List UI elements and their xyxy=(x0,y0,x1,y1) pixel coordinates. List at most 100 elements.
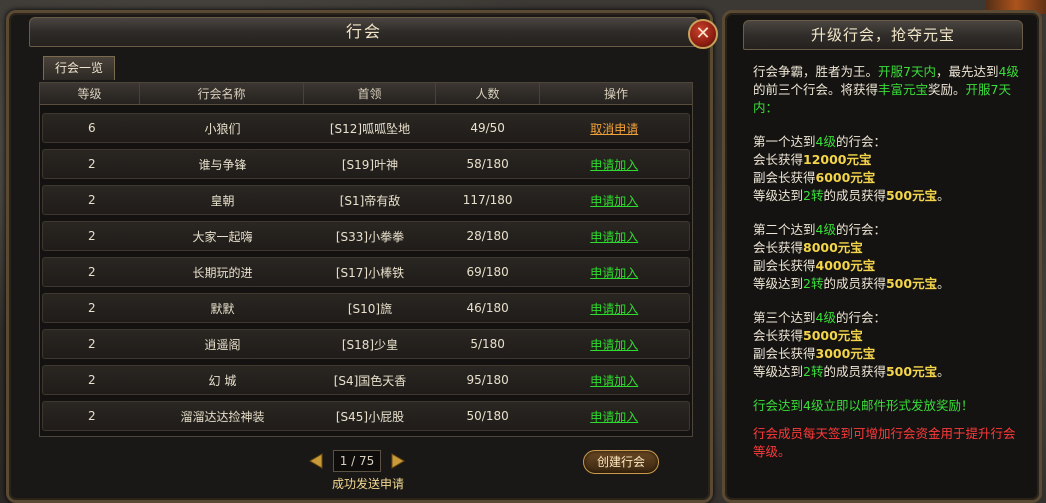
reward-tier: 第二个达到4级的行会： 会长获得8000元宝 副会长获得4000元宝等级达到2转的成… xyxy=(753,221,1027,293)
cancel-application-link[interactable]: 取消申请 xyxy=(590,122,638,136)
table-row[interactable]: 2 大家一起嗨 [S33]小拳拳 28/180 申请加入 xyxy=(42,221,690,251)
status-message: 成功发送申请 xyxy=(331,477,404,491)
table-row[interactable]: 2 逍遥阁 [S18]少皇 5/180 申请加入 xyxy=(42,329,690,359)
reward-info-panel: 升级行会，抢夺元宝 行会争霸，胜者为王。开服7天内，最先达到4级的前三个行会。将… xyxy=(722,10,1042,503)
cell-guild-name: 幻 城 xyxy=(208,373,237,388)
apply-join-link[interactable]: 申请加入 xyxy=(590,374,638,388)
cell-members: 28/180 xyxy=(466,229,509,243)
panel-title: 行会 xyxy=(29,17,699,47)
next-page-arrow-icon[interactable] xyxy=(389,452,407,470)
cell-guild-name: 小狼们 xyxy=(204,121,241,136)
cell-level: 2 xyxy=(88,193,96,207)
apply-join-link[interactable]: 申请加入 xyxy=(590,338,638,352)
cell-action: 申请加入 xyxy=(539,300,689,317)
cell-guild-name: 默默 xyxy=(210,301,235,316)
cell-guild-name: 长期玩的进 xyxy=(192,265,253,280)
cell-members: 50/180 xyxy=(466,409,509,423)
cell-leader: [S33]小拳拳 xyxy=(335,229,405,244)
cell-leader: [S4]国色天香 xyxy=(333,373,407,388)
table-row[interactable]: 2 长期玩的进 [S17]小棒铁 69/180 申请加入 xyxy=(42,257,690,287)
cell-level: 2 xyxy=(88,373,96,387)
cell-members: 49/50 xyxy=(470,121,505,135)
guild-table: 等级 行会名称 首领 人数 操作 6 小狼们 [S12]呱呱坠地 49/50 取消申请 2… xyxy=(39,82,693,437)
apply-join-link[interactable]: 申请加入 xyxy=(590,230,638,244)
cell-members: 117/180 xyxy=(462,193,513,207)
guild-panel: 行会 行会一览 等级 行会名称 首领 人数 操作 6 小狼们 [S12]呱呱坠地 49… xyxy=(6,10,713,503)
cell-leader: [S45]小屁股 xyxy=(335,409,405,424)
tab-guild-list[interactable]: 行会一览 xyxy=(43,56,115,80)
tier-member-reward: 等级达到2转的成员获得500元宝。 xyxy=(753,364,950,379)
cell-members: 69/180 xyxy=(466,265,509,279)
cell-guild-name: 逍遥阁 xyxy=(204,337,241,352)
table-row[interactable]: 2 谁与争锋 [S19]叶神 58/180 申请加入 xyxy=(42,149,690,179)
reward-description: 行会争霸，胜者为王。开服7天内，最先达到4级的前三个行会。将获得丰富元宝奖励。开… xyxy=(753,63,1027,461)
apply-join-link[interactable]: 申请加入 xyxy=(590,158,638,172)
notice-green: 行会达到4级立即以邮件形式发放奖励！ xyxy=(753,398,974,413)
cell-guild-name: 溜溜达达捡神装 xyxy=(180,409,265,424)
cell-level: 2 xyxy=(88,337,96,351)
reward-tier: 第三个达到4级的行会： 会长获得5000元宝 副会长获得3000元宝 等级达到2转的成… xyxy=(753,309,1027,381)
cell-action: 申请加入 xyxy=(539,228,689,245)
cell-action: 申请加入 xyxy=(539,192,689,209)
cell-guild-name: 皇朝 xyxy=(210,193,235,208)
cell-level: 2 xyxy=(88,301,96,315)
table-row[interactable]: 2 溜溜达达捡神装 [S45]小屁股 50/180 申请加入 xyxy=(42,401,690,431)
cell-leader: [S1]帝有敌 xyxy=(339,193,401,208)
table-row[interactable]: 2 幻 城 [S4]国色天香 95/180 申请加入 xyxy=(42,365,690,395)
tier-vice-reward: 副会长获得6000元宝 xyxy=(753,170,876,185)
tier-member-reward: 等级达到2转的成员获得500元宝。 xyxy=(753,188,950,203)
tier-member-reward: 等级达到2转的成员获得500元宝。 xyxy=(753,276,950,291)
create-guild-button[interactable]: 创建行会 xyxy=(583,450,659,474)
cell-level: 2 xyxy=(88,265,96,279)
header-action: 操作 xyxy=(603,87,628,101)
page-indicator: 1 / 75 xyxy=(333,450,381,472)
cell-action: 申请加入 xyxy=(539,264,689,281)
header-level[interactable]: 等级 xyxy=(40,83,140,104)
table-row[interactable]: 6 小狼们 [S12]呱呱坠地 49/50 取消申请 xyxy=(42,113,690,143)
cell-level: 2 xyxy=(88,409,96,423)
cell-action: 取消申请 xyxy=(539,120,689,137)
cell-action: 申请加入 xyxy=(539,156,689,173)
cell-leader: [S17]小棒铁 xyxy=(335,265,405,280)
tier-leader-reward: 会长获得8000元宝 xyxy=(753,240,863,255)
header-leader[interactable]: 首领 xyxy=(304,83,436,104)
tier-vice-reward: 副会长获得3000元宝 xyxy=(753,346,876,361)
cell-action: 申请加入 xyxy=(539,408,689,425)
cell-leader: [S10]旒 xyxy=(347,301,393,316)
table-header: 等级 行会名称 首领 人数 操作 xyxy=(40,83,692,105)
pagination: 1 / 75 xyxy=(307,449,407,473)
tier-vice-reward: 副会长获得4000元宝 xyxy=(753,258,876,273)
header-guild-name[interactable]: 行会名称 xyxy=(140,83,304,104)
cell-members: 95/180 xyxy=(466,373,509,387)
cell-members: 5/180 xyxy=(470,337,505,351)
table-body: 6 小狼们 [S12]呱呱坠地 49/50 取消申请 2 谁与争锋 [S19]叶神 58/180… xyxy=(42,113,690,437)
cell-guild-name: 大家一起嗨 xyxy=(192,229,253,244)
cell-leader: [S12]呱呱坠地 xyxy=(329,121,411,136)
notice-red: 行会成员每天签到可增加行会资金用于提升行会等级。 xyxy=(753,426,1016,459)
cell-action: 申请加入 xyxy=(539,336,689,353)
tier-leader-reward: 会长获得5000元宝 xyxy=(753,328,863,343)
tier-heading: 第一个达到4级的行会： xyxy=(753,134,886,149)
apply-join-link[interactable]: 申请加入 xyxy=(590,410,638,424)
apply-join-link[interactable]: 申请加入 xyxy=(590,194,638,208)
apply-join-link[interactable]: 申请加入 xyxy=(590,266,638,280)
header-members[interactable]: 人数 xyxy=(436,83,540,104)
cell-guild-name: 谁与争锋 xyxy=(198,157,247,172)
table-row[interactable]: 2 皇朝 [S1]帝有敌 117/180 申请加入 xyxy=(42,185,690,215)
cell-level: 6 xyxy=(88,121,96,135)
cell-action: 申请加入 xyxy=(539,372,689,389)
tier-heading: 第二个达到4级的行会： xyxy=(753,222,886,237)
close-icon[interactable]: ✕ xyxy=(688,19,718,49)
cell-members: 46/180 xyxy=(466,301,509,315)
prev-page-arrow-icon[interactable] xyxy=(307,452,325,470)
table-row[interactable]: 2 默默 [S10]旒 46/180 申请加入 xyxy=(42,293,690,323)
reward-tier: 第一个达到4级的行会： 会长获得12000元宝 副会长获得6000元宝等级达到2转的… xyxy=(753,133,1027,205)
tier-leader-reward: 会长获得12000元宝 xyxy=(753,152,872,167)
cell-level: 2 xyxy=(88,229,96,243)
cell-leader: [S18]少皇 xyxy=(341,337,399,352)
apply-join-link[interactable]: 申请加入 xyxy=(590,302,638,316)
cell-leader: [S19]叶神 xyxy=(341,157,399,172)
reward-panel-title: 升级行会，抢夺元宝 xyxy=(743,20,1023,50)
intro-text: 行会争霸，胜者为王。开服7天内，最先达到4级的前三个行会。将获得丰富元宝奖励。开… xyxy=(753,64,1019,115)
cell-members: 58/180 xyxy=(466,157,509,171)
